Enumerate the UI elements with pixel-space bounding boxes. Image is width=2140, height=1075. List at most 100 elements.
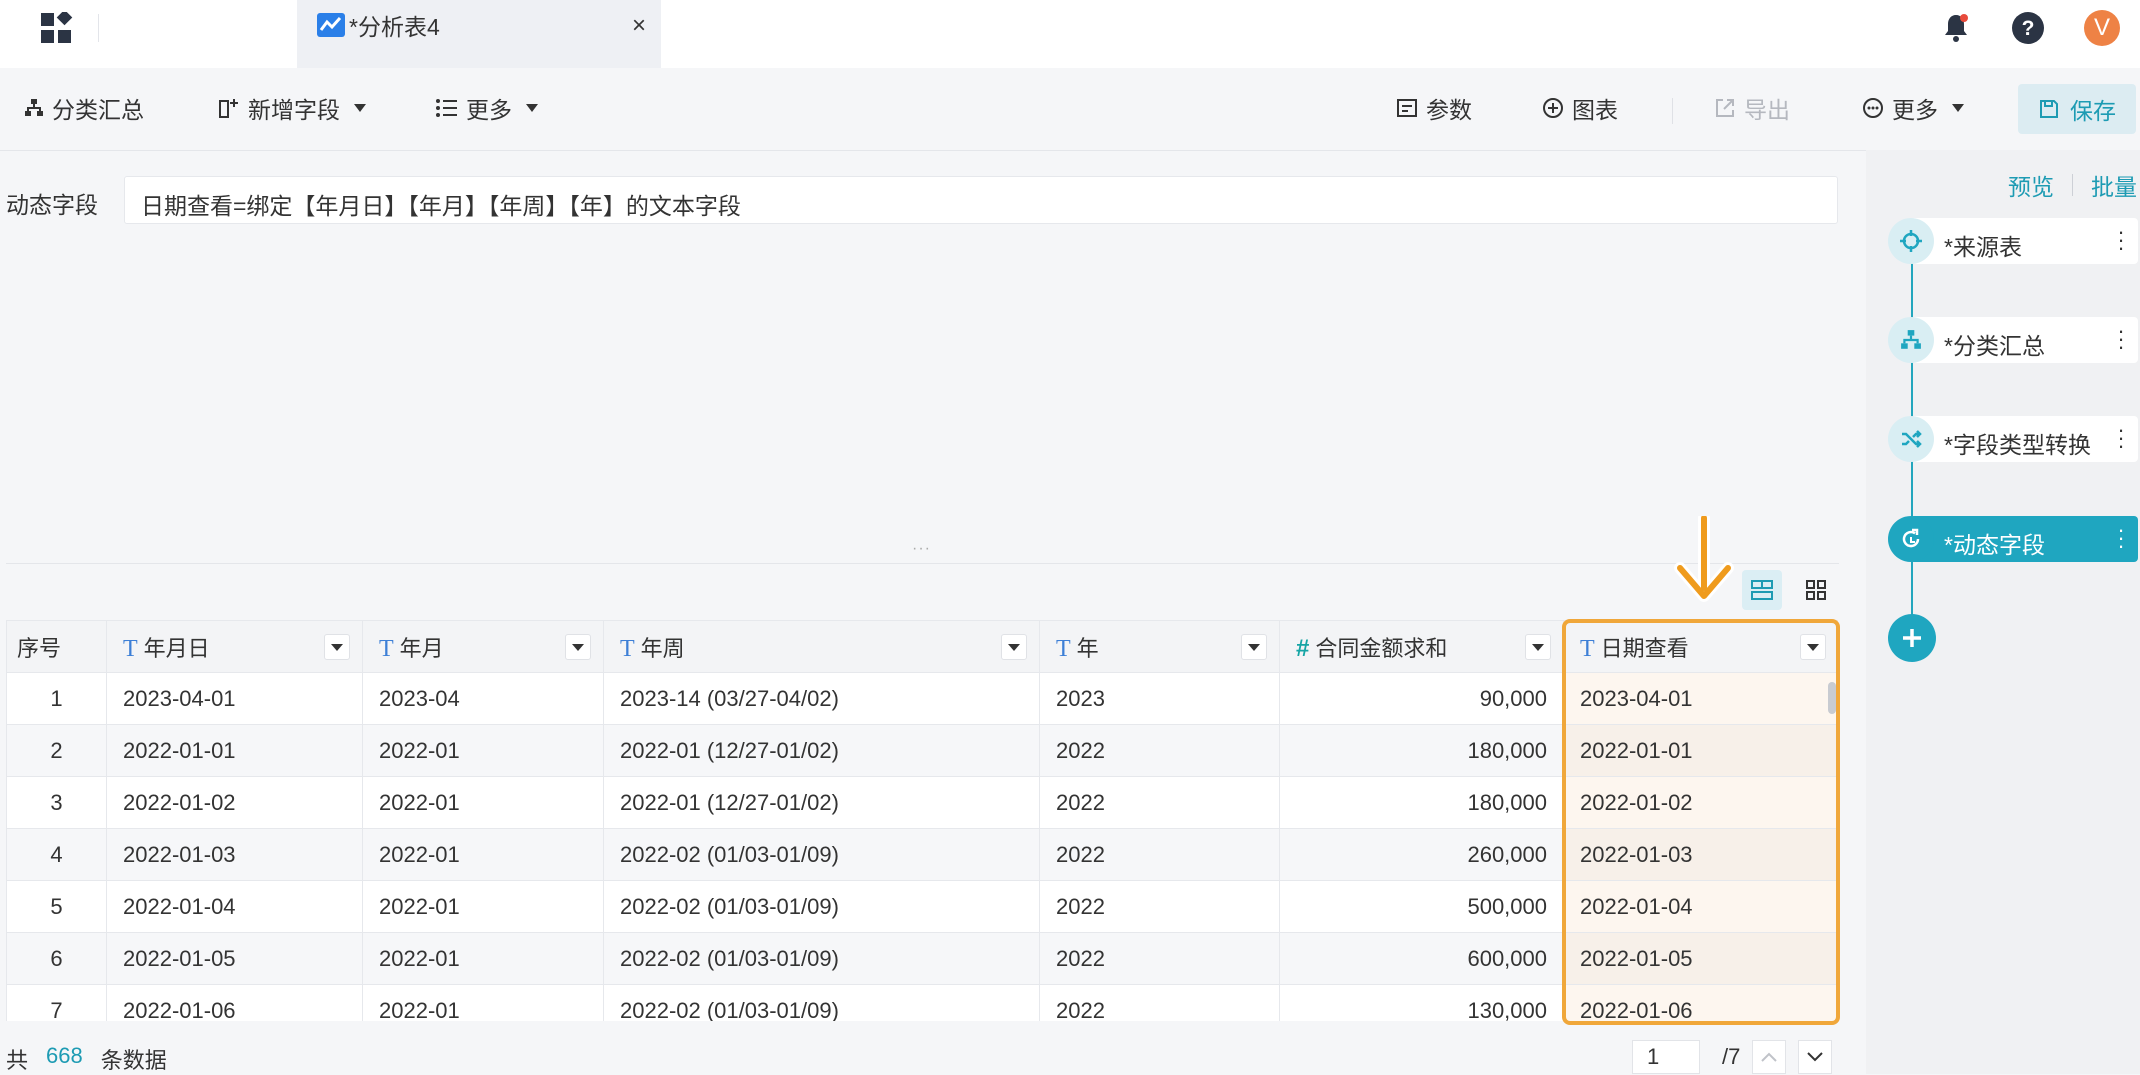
column-header[interactable]: T 年月日 bbox=[106, 620, 363, 673]
save-icon bbox=[2040, 100, 2058, 118]
user-avatar[interactable]: V bbox=[2084, 10, 2120, 46]
table-cell: 2022-01-05 bbox=[1563, 932, 1838, 985]
number-type-icon: # bbox=[1296, 634, 1310, 662]
table-cell: 2022-01 bbox=[362, 932, 604, 985]
table-cell: 2022 bbox=[1039, 984, 1280, 1021]
step-group-summary[interactable]: *分类汇总 · · · bbox=[1888, 317, 2138, 363]
table-cell: 3 bbox=[6, 776, 107, 829]
step-dynamic-field[interactable]: *动态字段 · · · bbox=[1888, 516, 2138, 562]
notification-bell-icon[interactable] bbox=[1938, 10, 1974, 46]
column-dropdown-icon[interactable] bbox=[1800, 634, 1826, 660]
table-cell: 260,000 bbox=[1279, 828, 1564, 881]
tab-title: *分析表4 bbox=[349, 14, 440, 40]
formula-input[interactable]: 日期查看=绑定【年月日】【年月】【年周】【年】的文本字段 bbox=[124, 176, 1838, 224]
group-summary-button[interactable]: 分类汇总 bbox=[24, 88, 144, 128]
column-header[interactable]: T 年月 bbox=[362, 620, 604, 673]
help-icon[interactable]: ? bbox=[2010, 10, 2046, 46]
total-prefix: 共 bbox=[6, 1048, 29, 1073]
splitter-handle[interactable]: ··· bbox=[912, 540, 931, 558]
table-cell: 2022-01 bbox=[362, 724, 604, 777]
batch-link[interactable]: 批量 bbox=[2091, 168, 2137, 202]
hierarchy-icon bbox=[25, 99, 43, 116]
close-tab-icon[interactable]: × bbox=[625, 12, 653, 40]
column-dropdown-icon[interactable] bbox=[324, 634, 350, 660]
table-cell: 2022 bbox=[1039, 828, 1280, 881]
title-bar: *分析表4 × ? V bbox=[0, 0, 2140, 68]
table-cell: 1 bbox=[6, 672, 107, 725]
table-cell: 2023-04-01 bbox=[1563, 672, 1838, 725]
grid-view-button[interactable] bbox=[1796, 570, 1836, 610]
params-icon bbox=[1397, 99, 1417, 117]
table-row: 5 2022-01-04 2022-01 2022-02 (01/03-01/0… bbox=[6, 880, 1838, 933]
more-circle-icon bbox=[1863, 98, 1883, 118]
apps-grid-icon[interactable] bbox=[40, 12, 74, 46]
tab-separator bbox=[98, 14, 99, 42]
column-header[interactable]: T年 bbox=[1039, 620, 1280, 673]
next-page-button[interactable] bbox=[1798, 1040, 1832, 1074]
more-vertical-icon[interactable]: · · · bbox=[2114, 320, 2128, 358]
more-vertical-icon[interactable]: · · · bbox=[2114, 221, 2128, 259]
table-cell: 2022 bbox=[1039, 880, 1280, 933]
save-button[interactable]: 保存 bbox=[2018, 84, 2136, 134]
table-cell: 2022 bbox=[1039, 776, 1280, 829]
tab-analysis-sheet[interactable]: *分析表4 × bbox=[297, 0, 661, 68]
total-count: 668 bbox=[46, 1043, 83, 1068]
table-cell: 2022-01 (12/27-01/02) bbox=[603, 724, 1040, 777]
table-cell: 2022-01-02 bbox=[106, 776, 363, 829]
page-number-input[interactable]: 1 bbox=[1632, 1040, 1700, 1074]
column-header: 序号 bbox=[6, 620, 107, 673]
column-dropdown-icon[interactable] bbox=[1525, 634, 1551, 660]
more-menu-left[interactable]: 更多 bbox=[436, 88, 538, 128]
text-type-icon: T bbox=[1056, 635, 1071, 662]
table-cell: 2022-01 bbox=[362, 880, 604, 933]
table-cell: 2022-01-01 bbox=[106, 724, 363, 777]
table-cell: 2022-01 bbox=[362, 776, 604, 829]
table-row: 1 2023-04-01 2023-04 2023-14 (03/27-04/0… bbox=[6, 672, 1838, 725]
panel-actions: 预览 批量 bbox=[2008, 168, 2137, 202]
step-label: *来源表 bbox=[1944, 234, 2022, 260]
step-source-table[interactable]: *来源表 · · · bbox=[1888, 218, 2138, 264]
export-button[interactable]: 导出 bbox=[1714, 88, 1790, 128]
step-field-type-conversion[interactable]: *字段类型转换 · · · bbox=[1888, 416, 2138, 462]
add-field-label: 新增字段 bbox=[248, 97, 340, 123]
column-dropdown-icon[interactable] bbox=[1001, 634, 1027, 660]
column-dropdown-icon[interactable] bbox=[1241, 634, 1267, 660]
table-cell: 2022-01 bbox=[362, 828, 604, 881]
add-field-button[interactable]: 新增字段 bbox=[218, 88, 366, 128]
add-step-button[interactable] bbox=[1888, 614, 1936, 662]
table-cell: 2022-01-04 bbox=[1563, 880, 1838, 933]
table-cell: 2022-01-04 bbox=[106, 880, 363, 933]
svg-text:?: ? bbox=[2022, 17, 2035, 40]
save-label: 保存 bbox=[2070, 98, 2116, 124]
column-dropdown-icon[interactable] bbox=[565, 634, 591, 660]
export-label: 导出 bbox=[1744, 97, 1790, 123]
total-pages: /7 bbox=[1722, 1044, 1741, 1069]
table-cell: 2022-02 (01/03-01/09) bbox=[603, 880, 1040, 933]
table-scrollbar[interactable] bbox=[1828, 682, 1836, 714]
more-vertical-icon[interactable]: · · · bbox=[2114, 419, 2128, 457]
table-cell: 180,000 bbox=[1279, 776, 1564, 829]
preview-link[interactable]: 预览 bbox=[2008, 168, 2054, 202]
table-cell: 6 bbox=[6, 932, 107, 985]
chevron-down-icon bbox=[526, 104, 538, 112]
table-view-button[interactable] bbox=[1742, 570, 1782, 610]
column-header[interactable]: T 年周 bbox=[603, 620, 1040, 673]
params-button[interactable]: 参数 bbox=[1396, 88, 1472, 128]
table-cell: 2 bbox=[6, 724, 107, 777]
chart-button[interactable]: 图表 bbox=[1542, 88, 1618, 128]
table-cell: 2022 bbox=[1039, 724, 1280, 777]
column-header[interactable]: T 日期查看 bbox=[1563, 620, 1838, 673]
step-label: *动态字段 bbox=[1944, 532, 2045, 558]
more-menu-right[interactable]: 更多 bbox=[1862, 88, 1964, 128]
more-right-label: 更多 bbox=[1892, 97, 1938, 123]
column-label: 序号 bbox=[17, 635, 62, 661]
table-cell: 2023 bbox=[1039, 672, 1280, 725]
grid-view-icon bbox=[1806, 580, 1826, 600]
table-cell: 500,000 bbox=[1279, 880, 1564, 933]
column-header[interactable]: # 合同金额求和 bbox=[1279, 620, 1564, 673]
plus-icon bbox=[1903, 629, 1921, 647]
table-cell: 600,000 bbox=[1279, 932, 1564, 985]
table-cell: 2022-01-01 bbox=[1563, 724, 1838, 777]
more-vertical-icon[interactable]: · · · bbox=[2114, 519, 2128, 557]
prev-page-button[interactable] bbox=[1752, 1040, 1786, 1074]
